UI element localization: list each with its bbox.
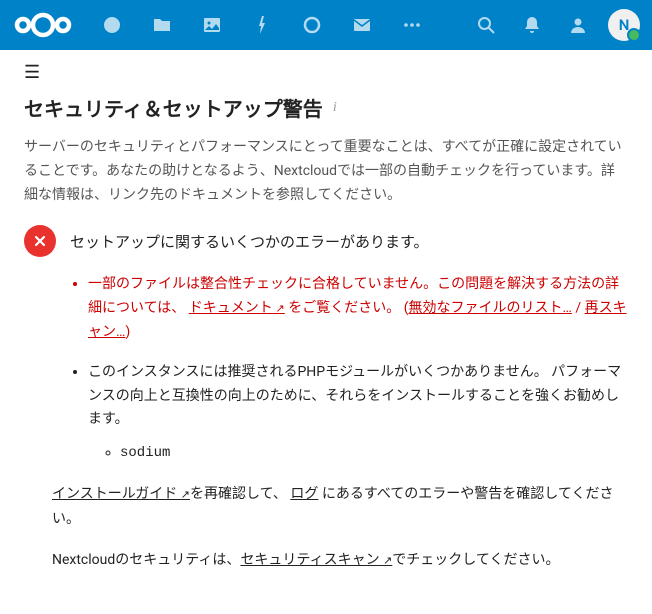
contacts-icon[interactable]	[556, 3, 600, 47]
right-icons: N	[464, 3, 640, 47]
menu-toggle-icon[interactable]: ☰	[24, 62, 40, 83]
nav-icons	[90, 3, 460, 47]
activity-icon[interactable]	[240, 3, 284, 47]
link-invalid-files[interactable]: 無効なファイルのリスト…	[409, 300, 572, 316]
avatar-initial: N	[619, 16, 630, 34]
photos-icon[interactable]	[190, 3, 234, 47]
footer-security-scan: Nextcloudのセキュリティは、セキュリティスキャン でチェックしてください…	[24, 548, 628, 573]
link-install-guide[interactable]: インストールガイド	[52, 486, 190, 502]
notifications-icon[interactable]	[510, 3, 554, 47]
issue-integrity: 一部のファイルは整合性チェックに合格していません。この問題を解決する方法の詳細に…	[88, 273, 628, 344]
talk-icon[interactable]	[290, 3, 334, 47]
page-title: セキュリティ＆セットアップ警告 i	[24, 93, 628, 122]
intro-text: サーバーのセキュリティとパフォーマンスにとって重要なことは、すべてが正確に設定さ…	[24, 136, 628, 207]
issues-list: 一部のファイルは整合性チェックに合格していません。この問題を解決する方法の詳細に…	[24, 273, 628, 466]
dashboard-icon[interactable]	[90, 3, 134, 47]
search-icon[interactable]	[464, 3, 508, 47]
error-icon	[24, 225, 56, 257]
avatar[interactable]: N	[608, 9, 640, 41]
link-documentation[interactable]: ドキュメント	[189, 300, 285, 316]
error-heading-row: セットアップに関するいくつかのエラーがあります。	[24, 225, 628, 257]
issue-php-modules: このインスタンスには推奨されるPHPモジュールがいくつかありません。 パフォーマ…	[88, 361, 628, 466]
info-icon[interactable]: i	[333, 100, 337, 116]
content: ☰ セキュリティ＆セットアップ警告 i サーバーのセキュリティとパフォーマンスに…	[0, 50, 652, 614]
error-heading-text: セットアップに関するいくつかのエラーがあります。	[70, 231, 429, 252]
topbar: N	[0, 0, 652, 50]
mail-icon[interactable]	[340, 3, 384, 47]
missing-modules-list: sodium	[88, 442, 628, 466]
files-icon[interactable]	[140, 3, 184, 47]
missing-module: sodium	[120, 442, 628, 466]
more-apps-icon[interactable]	[390, 3, 434, 47]
link-security-scan[interactable]: セキュリティスキャン	[240, 552, 392, 568]
link-log[interactable]: ログ	[290, 486, 318, 502]
footer-install-guide: インストールガイド を再確認して、 ログ にあるすべてのエラーや警告を確認してく…	[24, 482, 628, 532]
nextcloud-logo[interactable]	[12, 8, 74, 42]
